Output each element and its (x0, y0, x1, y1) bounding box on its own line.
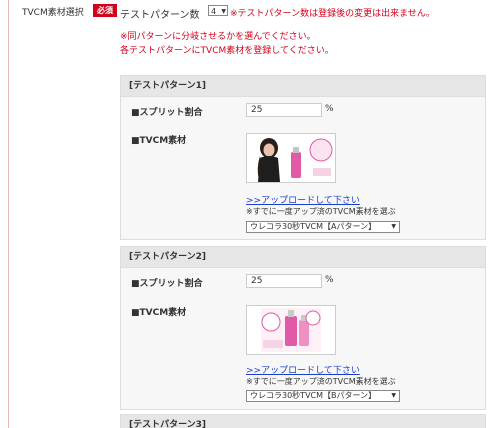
material-select[interactable]: ウレコラ30秒TVCM【Aパターン】 ▼ (246, 221, 400, 233)
chevron-down-icon: ▼ (221, 8, 226, 15)
select-note: ※すでに一度アップ済のTVCM素材を選ぶ (246, 207, 396, 216)
percent-unit: % (325, 275, 334, 285)
material-thumbnail-image (247, 134, 335, 182)
pattern-count-label: テストパターン数 (120, 10, 200, 21)
required-badge: 必須 (93, 4, 117, 17)
split-input[interactable]: 25 (246, 103, 322, 117)
instruction-line-2: 各テストパターンにTVCM素材を登録してください。 (120, 46, 334, 56)
chevron-down-icon: ▼ (391, 223, 396, 230)
material-label: ■TVCM素材 (131, 136, 187, 146)
panel-header: [テストパターン2] (121, 247, 485, 268)
split-label: ■スプリット割合 (131, 108, 203, 118)
upload-link[interactable]: >>アップロードして下さい (246, 193, 360, 206)
panel-header: [テストパターン3] (121, 415, 485, 428)
field-label: TVCM素材選択 (22, 8, 84, 18)
pattern-count-select[interactable]: 4 ▼ (208, 5, 228, 16)
material-label: ■TVCM素材 (131, 308, 187, 318)
pattern-count-value: 4 (211, 7, 217, 16)
test-pattern-panel-1: [テストパターン1] ■スプリット割合 25 % ■TVCM素材 >>アップロー… (120, 75, 486, 240)
test-pattern-panel-2: [テストパターン2] ■スプリット割合 25 % ■TVCM素材 >>アップロー… (120, 246, 486, 410)
test-pattern-panel-3: [テストパターン3] (120, 414, 486, 428)
pattern-count-warning: ※テストパターン数は登録後の変更は出来ません。 (230, 9, 435, 19)
material-thumbnail (246, 305, 336, 355)
material-select[interactable]: ウレコラ30秒TVCM【Bパターン】 ▼ (246, 390, 400, 402)
left-border (8, 0, 9, 428)
material-thumbnail-image (247, 306, 335, 354)
material-select-value: ウレコラ30秒TVCM【Aパターン】 (250, 222, 377, 231)
split-input[interactable]: 25 (246, 274, 322, 288)
chevron-down-icon: ▼ (391, 392, 396, 399)
material-select-value: ウレコラ30秒TVCM【Bパターン】 (250, 391, 377, 400)
instruction-line-1: ※同パターンに分岐させるかを選んでください。 (120, 32, 316, 42)
upload-link[interactable]: >>アップロードして下さい (246, 363, 360, 376)
split-label: ■スプリット割合 (131, 279, 203, 289)
material-thumbnail (246, 133, 336, 183)
panel-header: [テストパターン1] (121, 76, 485, 97)
select-note: ※すでに一度アップ済のTVCM素材を選ぶ (246, 377, 396, 386)
instruction-text: ※同パターンに分岐させるかを選んでください。 各テストパターンにTVCM素材を登… (120, 30, 334, 58)
percent-unit: % (325, 104, 334, 114)
